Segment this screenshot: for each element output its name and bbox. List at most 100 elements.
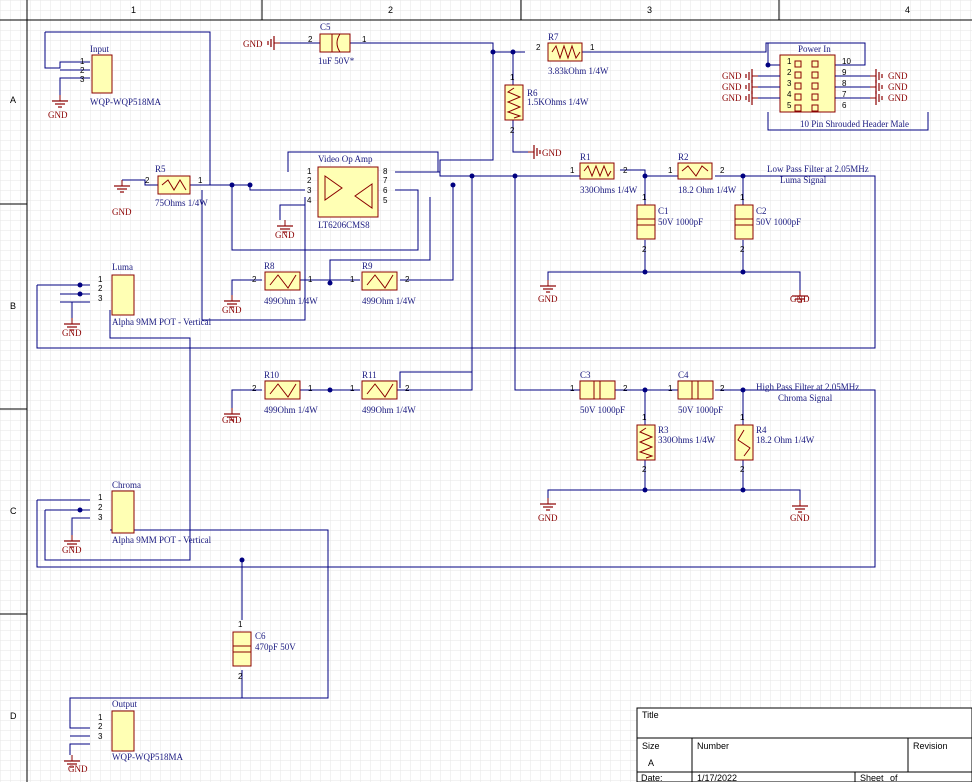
svg-text:Video Op Amp: Video Op Amp <box>318 154 373 164</box>
svg-text:1: 1 <box>787 57 792 66</box>
svg-text:R5: R5 <box>155 164 166 174</box>
svg-text:2: 2 <box>623 166 628 175</box>
svg-text:2: 2 <box>642 245 647 254</box>
svg-text:R8: R8 <box>264 261 275 271</box>
svg-text:2: 2 <box>787 68 792 77</box>
svg-text:1: 1 <box>238 620 243 629</box>
svg-text:1: 1 <box>570 166 575 175</box>
svg-text:6: 6 <box>842 101 847 110</box>
svg-text:2: 2 <box>98 503 103 512</box>
svg-text:5: 5 <box>787 101 792 110</box>
svg-text:Alpha 9MM POT - Vertical: Alpha 9MM POT - Vertical <box>112 535 212 545</box>
svg-text:75Ohms 1/4W: 75Ohms 1/4W <box>155 198 208 208</box>
svg-text:2: 2 <box>740 245 745 254</box>
zone-col-4: 4 <box>905 5 910 15</box>
svg-text:2: 2 <box>405 275 410 284</box>
svg-text:3: 3 <box>80 75 85 84</box>
svg-text:3: 3 <box>787 79 792 88</box>
svg-text:3: 3 <box>98 513 103 522</box>
svg-text:2: 2 <box>238 672 243 681</box>
svg-text:GND: GND <box>888 71 908 81</box>
svg-text:1: 1 <box>80 57 85 66</box>
svg-text:2: 2 <box>252 275 257 284</box>
svg-text:2: 2 <box>510 126 515 135</box>
svg-text:1: 1 <box>98 713 103 722</box>
svg-text:C4: C4 <box>678 370 689 380</box>
svg-text:50V 1000pF: 50V 1000pF <box>678 405 723 415</box>
luma-signal-note: Luma Signal <box>780 175 827 185</box>
svg-text:2: 2 <box>536 43 541 52</box>
svg-text:C3: C3 <box>580 370 591 380</box>
svg-text:R4: R4 <box>756 425 767 435</box>
svg-text:GND: GND <box>888 93 908 103</box>
svg-text:4: 4 <box>307 196 312 205</box>
svg-text:C2: C2 <box>756 206 767 216</box>
ground-symbol: GND <box>243 35 281 51</box>
svg-text:GND: GND <box>790 294 810 304</box>
svg-text:GND: GND <box>222 305 242 315</box>
zone-row-c: C <box>10 506 17 516</box>
svg-text:1: 1 <box>350 275 355 284</box>
svg-text:4: 4 <box>787 90 792 99</box>
svg-text:GND: GND <box>48 110 68 120</box>
svg-text:GND: GND <box>112 207 132 217</box>
zone-row-d: D <box>10 711 17 721</box>
svg-text:499Ohm 1/4W: 499Ohm 1/4W <box>362 405 416 415</box>
svg-text:GND: GND <box>790 513 810 523</box>
svg-text:10: 10 <box>842 57 851 66</box>
lowpass-note: Low Pass Filter at 2.05MHz <box>767 164 869 174</box>
svg-text:1: 1 <box>308 275 313 284</box>
svg-text:R1: R1 <box>580 152 591 162</box>
svg-text:3: 3 <box>98 732 103 741</box>
svg-text:LT6206CMS8: LT6206CMS8 <box>318 220 370 230</box>
svg-text:2: 2 <box>145 176 150 185</box>
svg-text:1: 1 <box>570 384 575 393</box>
svg-text:3: 3 <box>307 186 312 195</box>
svg-text:Power In: Power In <box>798 44 831 54</box>
svg-text:R10: R10 <box>264 370 280 380</box>
svg-text:1: 1 <box>510 73 515 82</box>
schematic-sheet: 1 2 3 4 A B C D Input 1 2 3 WQP-WQP518MA… <box>0 0 972 782</box>
svg-text:1: 1 <box>590 43 595 52</box>
svg-text:GND: GND <box>243 39 263 49</box>
svg-text:1uF 50V*: 1uF 50V* <box>318 56 355 66</box>
svg-text:1: 1 <box>350 384 355 393</box>
svg-text:18.2 Ohm 1/4W: 18.2 Ohm 1/4W <box>756 435 815 445</box>
svg-text:330Ohms 1/4W: 330Ohms 1/4W <box>658 435 716 445</box>
svg-text:7: 7 <box>383 176 388 185</box>
svg-text:2: 2 <box>98 722 103 731</box>
svg-text:GND: GND <box>542 148 562 158</box>
svg-text:GND: GND <box>538 513 558 523</box>
svg-text:GND: GND <box>62 545 82 555</box>
highpass-note: High Pass Filter at 2.05MHz <box>756 382 859 392</box>
svg-text:470pF 50V: 470pF 50V <box>255 642 296 652</box>
svg-text:1: 1 <box>642 413 647 422</box>
svg-text:2: 2 <box>642 465 647 474</box>
svg-text:1: 1 <box>362 35 367 44</box>
svg-text:Luma: Luma <box>112 262 133 272</box>
revision-label: Revision <box>913 741 948 751</box>
svg-text:GND: GND <box>62 328 82 338</box>
svg-text:50V 1000pF: 50V 1000pF <box>580 405 625 415</box>
svg-text:1: 1 <box>198 176 203 185</box>
svg-text:50V 1000pF: 50V 1000pF <box>756 217 801 227</box>
svg-text:GND: GND <box>275 230 295 240</box>
svg-text:6: 6 <box>383 186 388 195</box>
zone-row-b: B <box>10 301 16 311</box>
date-value: 1/17/2022 <box>697 773 737 782</box>
size-value: A <box>648 758 654 768</box>
svg-text:1: 1 <box>307 167 312 176</box>
svg-text:3: 3 <box>98 294 103 303</box>
input-value: WQP-WQP518MA <box>90 97 161 107</box>
svg-text:330Ohms 1/4W: 330Ohms 1/4W <box>580 185 638 195</box>
title-block: Title Size A Number Revision Date: 1/17/… <box>636 707 972 782</box>
sheet-label: Sheet <box>860 773 884 782</box>
svg-text:18.2 Ohm 1/4W: 18.2 Ohm 1/4W <box>678 185 737 195</box>
svg-text:GND: GND <box>722 82 742 92</box>
title-label: Title <box>642 710 659 720</box>
zone-col-2: 2 <box>388 5 393 15</box>
svg-text:499Ohm 1/4W: 499Ohm 1/4W <box>264 296 318 306</box>
svg-text:GND: GND <box>888 82 908 92</box>
zone-col-1: 1 <box>131 5 136 15</box>
chroma-signal-note: Chroma Signal <box>778 393 833 403</box>
